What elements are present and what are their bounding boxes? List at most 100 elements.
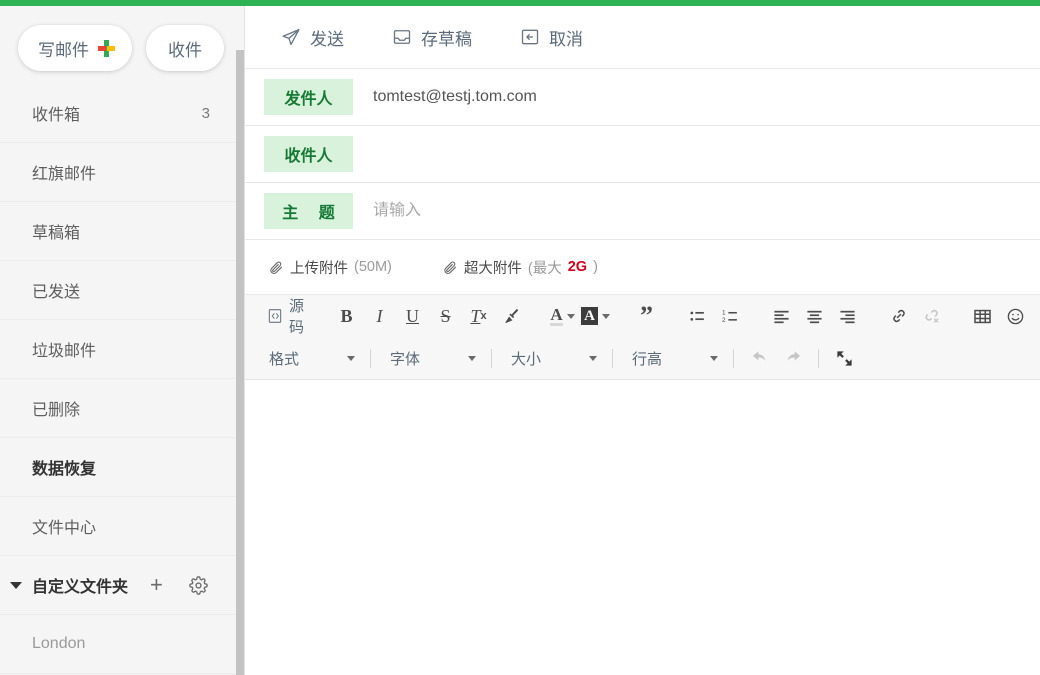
subject-field-row: 主 题 (245, 183, 1040, 240)
large-attachment-label: 超大附件 (464, 257, 522, 278)
sidebar-scrollbar[interactable] (236, 50, 244, 675)
paperclip-icon (443, 260, 458, 275)
bullet-list-button[interactable] (683, 302, 712, 331)
numbered-list-button[interactable]: 1 2 (716, 302, 745, 331)
format-select[interactable]: 格式 (259, 344, 361, 373)
subject-input[interactable] (353, 183, 1040, 239)
align-center-button[interactable] (800, 302, 829, 331)
source-code-button[interactable]: 源码 (261, 302, 310, 331)
sidebar-item-deleted[interactable]: 已删除 (0, 379, 236, 438)
receive-mail-label: 收件 (168, 36, 202, 61)
large-attachment-button[interactable]: 超大附件 (最大 2G ) (443, 257, 598, 278)
large-attachment-size: 2G (568, 259, 587, 275)
sidebar-item-file-center[interactable]: 文件中心 (0, 497, 236, 556)
sidebar-item-flagged[interactable]: 红旗邮件 (0, 143, 236, 202)
custom-folder-header[interactable]: 自定义文件夹 + (0, 556, 236, 615)
to-label: 收件人 (264, 136, 353, 172)
sidebar-item-label: 红旗邮件 (32, 160, 210, 184)
sidebar-item-label: 已发送 (32, 278, 210, 302)
toolbar-separator (491, 349, 492, 368)
svg-text:1: 1 (722, 309, 726, 316)
bold-button[interactable]: B (332, 302, 361, 331)
mail-compose-window: 写邮件 收件 收件箱 3 红旗邮件 草稿箱 已发送 (0, 0, 1040, 675)
cancel-icon (520, 27, 540, 47)
align-left-button[interactable] (767, 302, 796, 331)
insert-emoji-button[interactable] (1001, 302, 1030, 331)
send-button[interactable]: 发送 (281, 25, 344, 50)
fullscreen-button[interactable] (830, 344, 859, 373)
italic-button[interactable]: I (365, 302, 394, 331)
from-field-row: 发件人 (245, 69, 1040, 126)
large-attachment-prefix: (最大 (528, 257, 562, 278)
sidebar-item-sent[interactable]: 已发送 (0, 261, 236, 320)
insert-table-button[interactable] (968, 302, 997, 331)
toolbar-separator (733, 349, 734, 368)
sidebar-item-data-recovery[interactable]: 数据恢复 (0, 438, 236, 497)
background-color-button[interactable]: A (581, 302, 610, 331)
line-height-select-label: 行高 (632, 348, 710, 369)
sidebar-item-label: 草稿箱 (32, 219, 210, 243)
sidebar-item-label: 收件箱 (32, 101, 202, 125)
upload-attachment-label: 上传附件 (290, 257, 348, 278)
add-folder-icon[interactable]: + (150, 574, 163, 596)
sidebar-item-label: 数据恢复 (32, 455, 210, 479)
size-select[interactable]: 大小 (501, 344, 603, 373)
subject-label: 主 题 (264, 193, 353, 229)
save-draft-button[interactable]: 存草稿 (392, 25, 472, 50)
chevron-down-icon[interactable] (10, 582, 22, 589)
font-select[interactable]: 字体 (380, 344, 482, 373)
toolbar-separator (370, 349, 371, 368)
custom-folder-title: 自定义文件夹 (32, 573, 128, 597)
chevron-down-icon (567, 314, 575, 319)
compose-mail-button[interactable]: 写邮件 (18, 25, 132, 71)
to-input[interactable] (353, 126, 1040, 182)
underline-button[interactable]: U (398, 302, 427, 331)
cancel-label: 取消 (549, 25, 583, 50)
insert-link-button[interactable] (884, 302, 913, 331)
text-color-swatch: A (550, 306, 562, 327)
compose-mail-label: 写邮件 (38, 36, 89, 61)
insert-image-button[interactable] (1034, 302, 1040, 331)
sidebar-item-spam[interactable]: 垃圾邮件 (0, 320, 236, 379)
editor-toolbar-row-1: 源码 B I U S Tx A (245, 295, 1040, 337)
strikethrough-button[interactable]: S (431, 302, 460, 331)
plus-icon (98, 40, 115, 57)
text-color-button[interactable]: A (548, 302, 577, 331)
receive-mail-button[interactable]: 收件 (146, 25, 224, 71)
compose-actions-toolbar: 发送 存草稿 取消 (245, 6, 1040, 69)
custom-folder-item-label: London (32, 635, 85, 653)
chevron-down-icon (589, 356, 597, 361)
to-field-row: 收件人 (245, 126, 1040, 183)
custom-folder-item-london[interactable]: London (0, 615, 236, 674)
redo-button (778, 344, 807, 373)
gear-icon[interactable] (189, 576, 208, 595)
svg-text:2: 2 (722, 316, 726, 323)
format-painter-button[interactable] (497, 302, 526, 331)
editor-body[interactable] (245, 380, 1040, 658)
toolbar-separator (612, 349, 613, 368)
compose-pane: 发送 存草稿 取消 (245, 6, 1040, 675)
font-select-label: 字体 (390, 348, 468, 369)
paperclip-icon (269, 260, 284, 275)
sidebar-item-label: 文件中心 (32, 514, 210, 538)
line-height-select[interactable]: 行高 (622, 344, 724, 373)
cancel-button[interactable]: 取消 (520, 25, 583, 50)
large-attachment-suffix: ) (593, 259, 598, 275)
source-code-icon (267, 308, 283, 324)
inbox-unread-count: 3 (202, 105, 210, 122)
sidebar-item-label: 已删除 (32, 396, 210, 420)
chevron-down-icon (468, 356, 476, 361)
source-code-label: 源码 (289, 295, 304, 337)
sidebar-item-inbox[interactable]: 收件箱 3 (0, 84, 236, 143)
upload-attachment-limit: (50M) (354, 259, 392, 275)
blockquote-button[interactable]: ” (632, 302, 661, 331)
sidebar-action-buttons: 写邮件 收件 (0, 12, 236, 84)
align-right-button[interactable] (833, 302, 862, 331)
editor-toolbar: 源码 B I U S Tx A (245, 295, 1040, 380)
save-draft-icon (392, 27, 412, 47)
background-color-swatch: A (581, 307, 598, 326)
upload-attachment-button[interactable]: 上传附件 (50M) (269, 257, 392, 278)
remove-format-button[interactable]: Tx (464, 302, 493, 331)
sidebar-item-drafts[interactable]: 草稿箱 (0, 202, 236, 261)
from-input[interactable] (353, 69, 1040, 125)
